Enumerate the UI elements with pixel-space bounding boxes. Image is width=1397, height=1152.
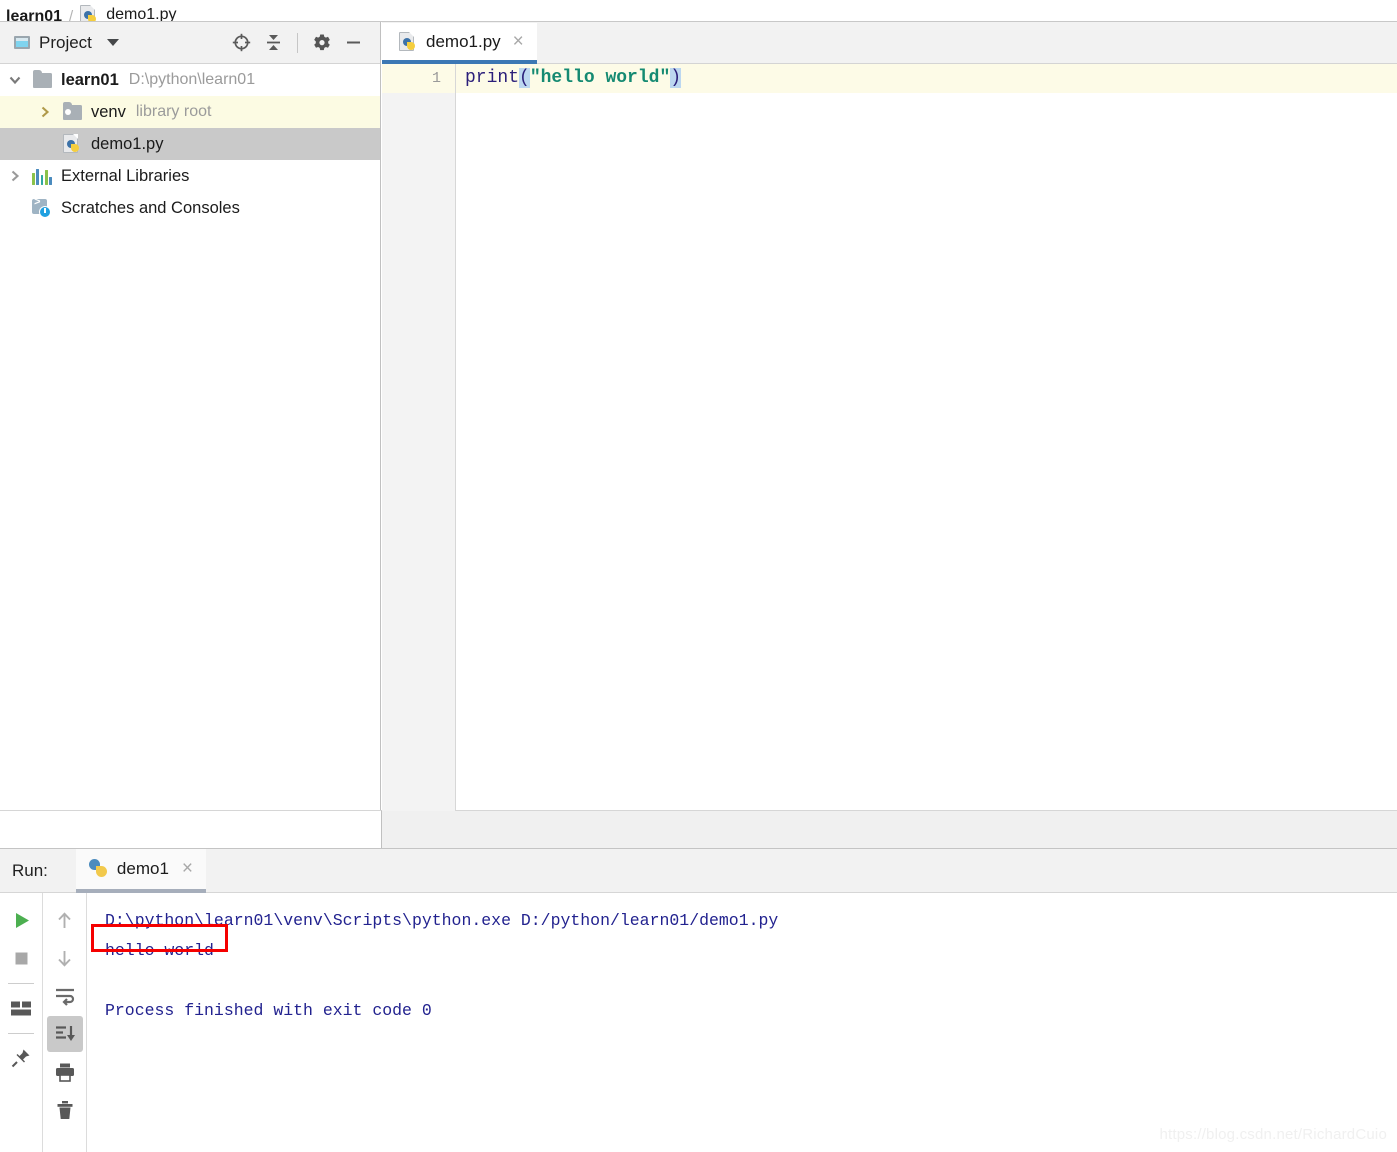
chevron-collapsed-icon[interactable]	[0, 169, 30, 183]
code-body[interactable]: print("hello world")	[456, 64, 1397, 811]
breadcrumb-project[interactable]: learn01	[6, 9, 62, 22]
run-panel-label: Run:	[12, 860, 48, 880]
close-icon[interactable]: ×	[513, 32, 524, 51]
run-tool-window: Run: demo1 × D:\python\learn01\venv\Scri…	[0, 848, 1397, 1152]
python-file-icon	[80, 5, 99, 21]
print-button[interactable]	[47, 1054, 83, 1090]
run-panel-body: D:\python\learn01\venv\Scripts\python.ex…	[0, 893, 1397, 1152]
editor-tab-demo1-py[interactable]: demo1.py ×	[382, 23, 537, 64]
console-view-button[interactable]	[3, 990, 39, 1026]
chevron-down-icon[interactable]	[106, 39, 119, 46]
editor-gutter[interactable]: 1	[382, 64, 456, 811]
tree-item-learn01[interactable]: learn01 D:\python\learn01	[0, 64, 380, 96]
breadcrumb-file[interactable]: demo1.py	[80, 5, 177, 22]
breadcrumb-file-label: demo1.py	[106, 6, 177, 22]
line-number: 1	[382, 64, 455, 93]
editor-area: demo1.py × 1 print("hello world")	[382, 22, 1397, 811]
project-panel-header: Project	[0, 22, 380, 64]
tree-item-path: D:\python\learn01	[128, 71, 256, 88]
breadcrumb-separator: /	[69, 8, 74, 22]
console-line-exit: Process finished with exit code 0	[105, 1001, 432, 1020]
scroll-to-end-button[interactable]	[46, 1016, 83, 1052]
pin-tab-button[interactable]	[3, 1040, 39, 1076]
code-line-1[interactable]: print("hello world")	[456, 64, 1397, 93]
breadcrumb: learn01 / demo1.py	[0, 0, 1397, 22]
folder-library-icon	[60, 101, 84, 120]
scratches-icon	[30, 197, 54, 218]
gear-icon[interactable]	[307, 28, 336, 57]
project-window-icon	[14, 36, 30, 49]
tree-item-label: demo1.py	[91, 134, 164, 153]
tree-item-label: Scratches and Consoles	[61, 198, 240, 217]
tree-item-label: learn01	[61, 70, 119, 89]
tree-item-label: External Libraries	[61, 166, 190, 185]
project-tree: learn01 D:\python\learn01 venv library r…	[0, 64, 380, 224]
folder-icon	[30, 69, 54, 88]
project-panel-title-label: Project	[39, 32, 92, 52]
code-editor[interactable]: 1 print("hello world")	[382, 64, 1397, 811]
rerun-button[interactable]	[3, 902, 39, 938]
toolbar-divider	[297, 32, 298, 53]
tree-item-demo1-py[interactable]: demo1.py	[0, 128, 380, 160]
run-panel-header: Run: demo1 ×	[0, 848, 1397, 893]
code-token-paren-open: (	[519, 68, 530, 88]
close-icon[interactable]: ×	[182, 859, 193, 878]
external-libraries-icon	[30, 168, 54, 185]
tree-item-library-root: library root	[135, 103, 212, 120]
editor-tab-bar: demo1.py ×	[382, 22, 1397, 64]
chevron-expanded-icon[interactable]	[0, 73, 30, 87]
breadcrumb-project-label: learn01	[6, 8, 63, 22]
editor-tab-label: demo1.py	[426, 31, 501, 51]
python-file-icon	[60, 134, 84, 154]
run-console-output[interactable]: D:\python\learn01\venv\Scripts\python.ex…	[87, 893, 1397, 1152]
watermark: https://blog.csdn.net/RichardCuio	[1159, 1126, 1387, 1143]
code-token-function: print	[465, 68, 520, 88]
tree-item-label: venv	[91, 102, 126, 121]
tree-item-external-libraries[interactable]: External Libraries	[0, 160, 380, 192]
toolbar-divider	[8, 983, 34, 984]
python-file-icon	[399, 31, 418, 52]
locate-target-icon[interactable]	[227, 28, 256, 57]
previous-occurrence-button[interactable]	[47, 902, 83, 938]
run-tab-demo1[interactable]: demo1 ×	[75, 848, 207, 893]
run-toolbar-primary	[0, 893, 43, 1152]
python-logo-icon	[88, 859, 108, 878]
project-tool-window: Project learn01 D:\python\learn01 venv l…	[0, 22, 381, 810]
tree-item-scratches-and-consoles[interactable]: Scratches and Consoles	[0, 192, 380, 224]
code-token-string: "hello world"	[529, 68, 671, 88]
next-occurrence-button[interactable]	[47, 940, 83, 976]
pycharm-window: learn01 / demo1.py Project learn01 D:\py…	[0, 0, 1397, 1152]
project-panel-title[interactable]: Project	[14, 33, 119, 53]
clear-all-button[interactable]	[47, 1092, 83, 1128]
run-tab-label: demo1	[116, 858, 169, 878]
console-line-output: hello world	[105, 941, 214, 960]
status-strip	[382, 810, 1397, 848]
console-line-command: D:\python\learn01\venv\Scripts\python.ex…	[105, 911, 779, 930]
tree-item-venv[interactable]: venv library root	[0, 96, 380, 128]
minimize-icon[interactable]	[339, 28, 368, 57]
soft-wrap-button[interactable]	[47, 978, 83, 1014]
chevron-collapsed-icon[interactable]	[30, 105, 60, 119]
toolbar-divider	[8, 1033, 34, 1034]
collapse-all-icon[interactable]	[259, 28, 288, 57]
stop-button[interactable]	[3, 940, 39, 976]
status-strip-left	[0, 810, 382, 848]
project-panel-toolbar	[227, 28, 368, 57]
run-toolbar-secondary	[43, 893, 87, 1152]
code-token-paren-close: )	[670, 68, 682, 88]
